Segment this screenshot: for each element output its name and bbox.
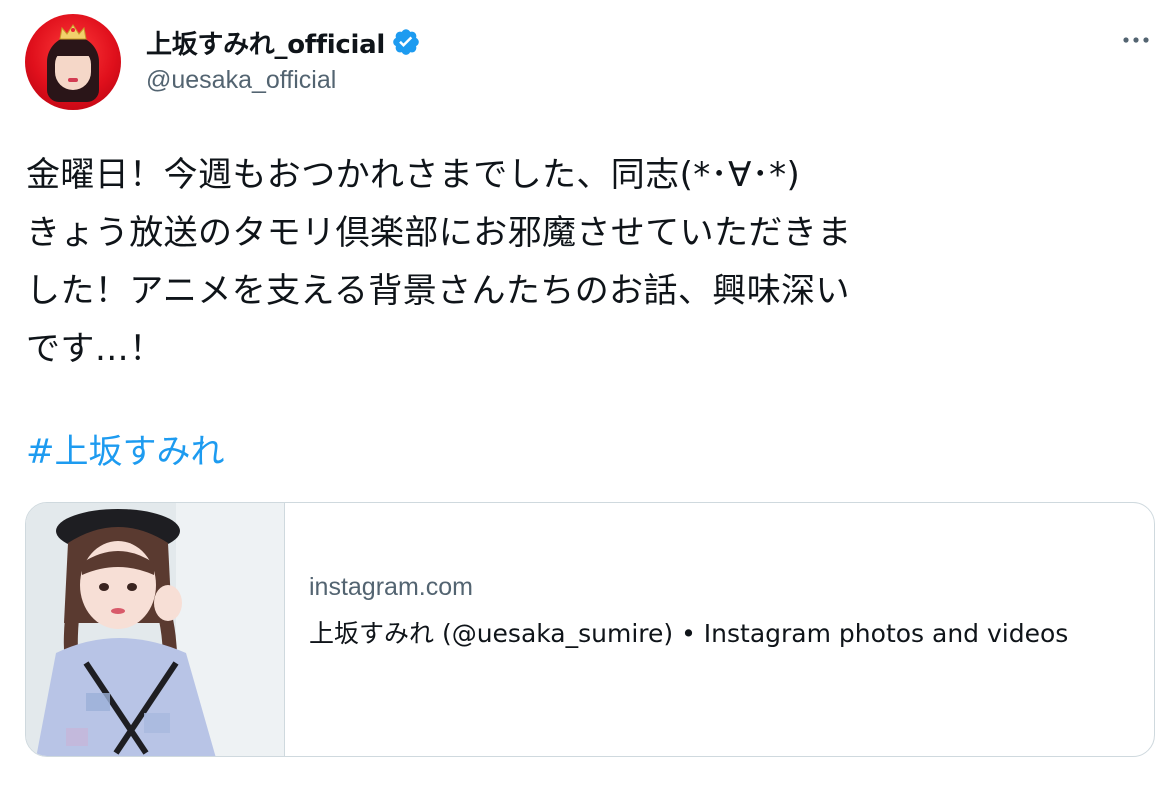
author-display-name[interactable]: 上坂すみれ_official	[146, 24, 385, 61]
more-options-icon[interactable]	[1118, 24, 1154, 56]
tweet-text-line: です…！	[26, 329, 164, 369]
tweet-text: 金曜日！今週もおつかれさまでした、同志(*･∀･*) きょう放送のタモリ倶楽部に…	[26, 146, 1151, 378]
card-domain: instagram.com	[309, 573, 473, 601]
author-handle[interactable]: @uesaka_official	[146, 66, 336, 95]
instagram-profile-photo	[26, 503, 284, 756]
avatar[interactable]	[25, 14, 121, 110]
tweet-text-line: した！アニメを支える背景さんたちのお話、興味深い	[26, 271, 850, 311]
card-title: 上坂すみれ (@uesaka_sumire) • Instagram photo…	[309, 619, 1069, 648]
tweet: 上坂すみれ_official @uesaka_official 金曜日！今週もお…	[0, 0, 1165, 786]
tweet-text-line: きょう放送のタモリ倶楽部にお邪魔させていただきま	[26, 213, 852, 253]
card-thumbnail	[26, 503, 285, 756]
tweet-text-line: 金曜日！今週もおつかれさまでした、同志(*･∀･*)	[26, 155, 801, 195]
author-name-row[interactable]: 上坂すみれ_official	[146, 24, 421, 61]
avatar-bangs	[52, 40, 94, 56]
verified-badge-icon	[393, 29, 419, 55]
card-body: instagram.com 上坂すみれ (@uesaka_sumire) • I…	[285, 503, 1154, 756]
crown-icon	[59, 24, 87, 40]
avatar-lips	[68, 78, 78, 82]
link-preview-card[interactable]: instagram.com 上坂すみれ (@uesaka_sumire) • I…	[25, 502, 1155, 757]
hashtag-link[interactable]: #上坂すみれ	[26, 423, 225, 481]
